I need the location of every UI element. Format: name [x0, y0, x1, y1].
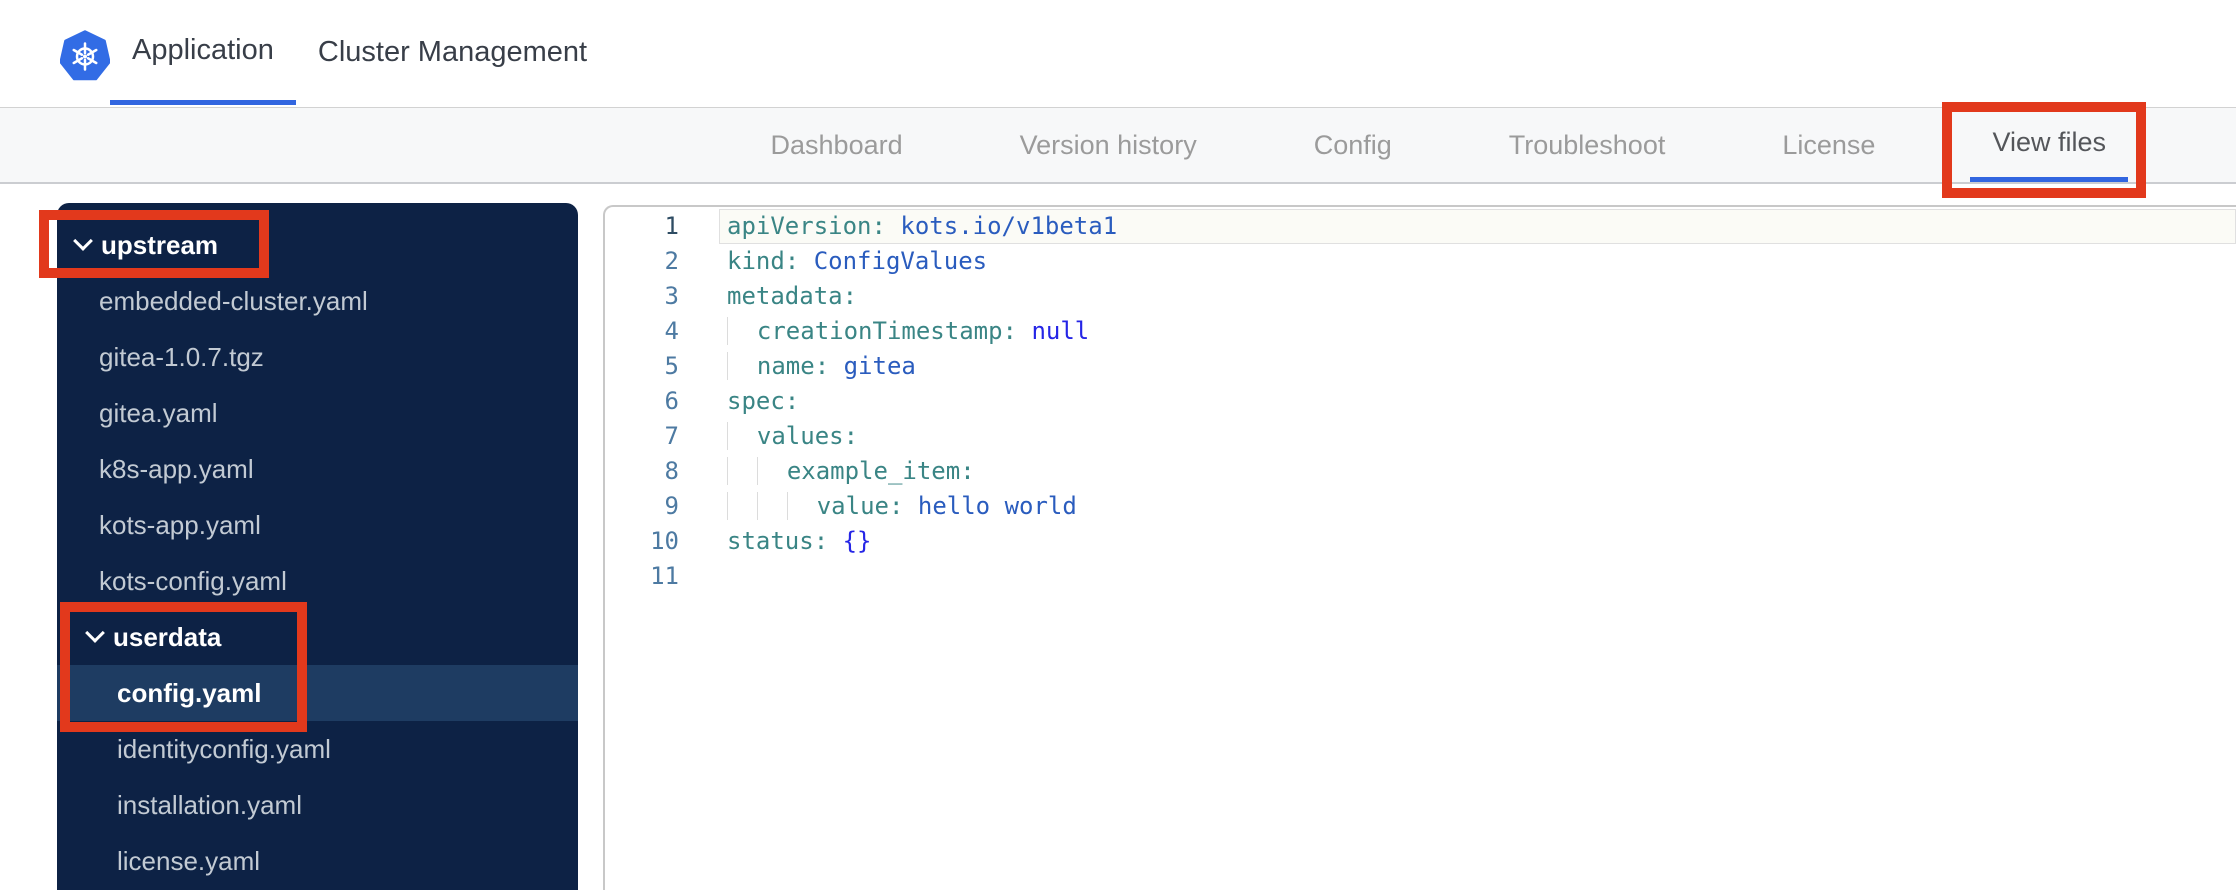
indent-guide — [756, 457, 787, 485]
line-number: 4 — [664, 317, 679, 345]
subnav-item-view-files[interactable]: View files — [1970, 108, 2128, 182]
code-line-1: 1 apiVersion: kots.io/v1beta1 — [605, 209, 2236, 244]
folder-upstream[interactable]: upstream — [57, 217, 578, 273]
file-embedded-cluster-yaml[interactable]: embedded-cluster.yaml — [57, 273, 578, 329]
indent-guide — [727, 422, 757, 450]
subnav-item-troubleshoot[interactable]: Troubleshoot — [1487, 108, 1688, 182]
code-content: example_item: — [719, 454, 2236, 489]
tree-item-label: userdata — [113, 621, 222, 652]
tree-item-label: license.yaml — [117, 845, 261, 876]
code-line-7: 7 values: — [605, 419, 2236, 454]
console-tabs: Application Cluster Management — [110, 0, 609, 107]
file-identityconfig-yaml[interactable]: identityconfig.yaml — [57, 721, 578, 777]
indent-guide — [727, 352, 757, 380]
code-content: status: {} — [727, 527, 872, 555]
indent-guide — [786, 492, 817, 520]
code-content — [719, 559, 2236, 594]
tree-item-label: kots-app.yaml — [99, 509, 261, 540]
subnav-item-version-history[interactable]: Version history — [998, 108, 1219, 182]
indent-guide — [727, 457, 757, 485]
code-line-9: 9 value: hello world — [605, 489, 2236, 524]
file-kots-config-yaml[interactable]: kots-config.yaml — [57, 553, 578, 609]
line-number: 8 — [664, 457, 679, 485]
tree-item-label: kots-config.yaml — [99, 565, 287, 596]
code-content: name: gitea — [719, 349, 2236, 384]
file-installation-yaml[interactable]: installation.yaml — [57, 777, 578, 833]
line-number: 9 — [664, 492, 679, 520]
chevron-down-icon — [73, 231, 93, 251]
code-content: apiVersion: kots.io/v1beta1 — [719, 209, 2236, 244]
line-number: 5 — [664, 352, 679, 380]
file-gitea-yaml[interactable]: gitea.yaml — [57, 385, 578, 441]
line-number: 6 — [664, 387, 679, 415]
app-header: Application Cluster Management — [0, 0, 2236, 107]
file-license-yaml[interactable]: license.yaml — [57, 833, 578, 889]
line-number: 1 — [664, 212, 679, 240]
tree-item-label: gitea.yaml — [99, 397, 218, 428]
file-k8s-app-yaml[interactable]: k8s-app.yaml — [57, 441, 578, 497]
tree-item-label: gitea-1.0.7.tgz — [99, 341, 264, 372]
kubernetes-logo-icon — [59, 29, 111, 83]
folder-userdata[interactable]: userdata — [57, 609, 578, 665]
file-tree[interactable]: upstream embedded-cluster.yaml gitea-1.0.7… — [57, 203, 578, 890]
code-content: spec: — [727, 387, 800, 415]
code-line-10: 10 status: {} — [605, 524, 2236, 559]
tab-cluster-management[interactable]: Cluster Management — [296, 0, 609, 105]
tree-item-label: identityconfig.yaml — [117, 733, 331, 764]
line-number: 10 — [650, 527, 679, 555]
code-content: metadata: — [727, 282, 858, 310]
code-line-4: 4 creationTimestamp: null — [605, 314, 2236, 349]
tree-item-label: installation.yaml — [117, 789, 302, 820]
line-number: 2 — [664, 247, 679, 275]
chevron-down-icon — [85, 623, 105, 643]
code-content: kind: ConfigValues — [727, 247, 988, 275]
code-line-2: 2 kind: ConfigValues — [605, 244, 2236, 279]
code-line-11: 11 — [605, 559, 2236, 594]
code-line-5: 5 name: gitea — [605, 349, 2236, 384]
indent-guide — [727, 317, 757, 345]
code-line-6: 6 spec: — [605, 384, 2236, 419]
code-content: values: — [719, 419, 2236, 454]
code-content: creationTimestamp: null — [719, 314, 2236, 349]
subnav-item-dashboard[interactable]: Dashboard — [749, 108, 925, 182]
line-number: 7 — [664, 422, 679, 450]
tree-item-label: upstream — [101, 229, 219, 260]
tab-application-label: Application — [132, 33, 274, 66]
tab-application[interactable]: Application — [110, 0, 296, 105]
file-gitea-1-0-7-tgz[interactable]: gitea-1.0.7.tgz — [57, 329, 578, 385]
app-subnav: Dashboard Version history Config Troublesho… — [0, 107, 2236, 184]
indent-guide — [727, 492, 757, 520]
tab-cluster-management-label: Cluster Management — [317, 36, 588, 68]
subnav-item-license[interactable]: License — [1760, 108, 1897, 182]
subnav-item-config[interactable]: Config — [1292, 108, 1414, 182]
line-number: 11 — [650, 562, 679, 590]
tree-item-label: config.yaml — [117, 677, 262, 708]
code-content: value: hello world — [719, 489, 2236, 524]
code-line-3: 3 metadata: — [605, 279, 2236, 314]
tree-item-label: k8s-app.yaml — [99, 453, 254, 484]
file-viewer[interactable]: 1 apiVersion: kots.io/v1beta1 2 kind: Confi… — [603, 205, 2236, 890]
file-config-yaml[interactable]: config.yaml — [57, 665, 578, 721]
line-number: 3 — [664, 282, 679, 310]
indent-guide — [756, 492, 787, 520]
file-kots-app-yaml[interactable]: kots-app.yaml — [57, 497, 578, 553]
tree-item-label: embedded-cluster.yaml — [99, 285, 368, 316]
code-line-8: 8 example_item: — [605, 454, 2236, 489]
